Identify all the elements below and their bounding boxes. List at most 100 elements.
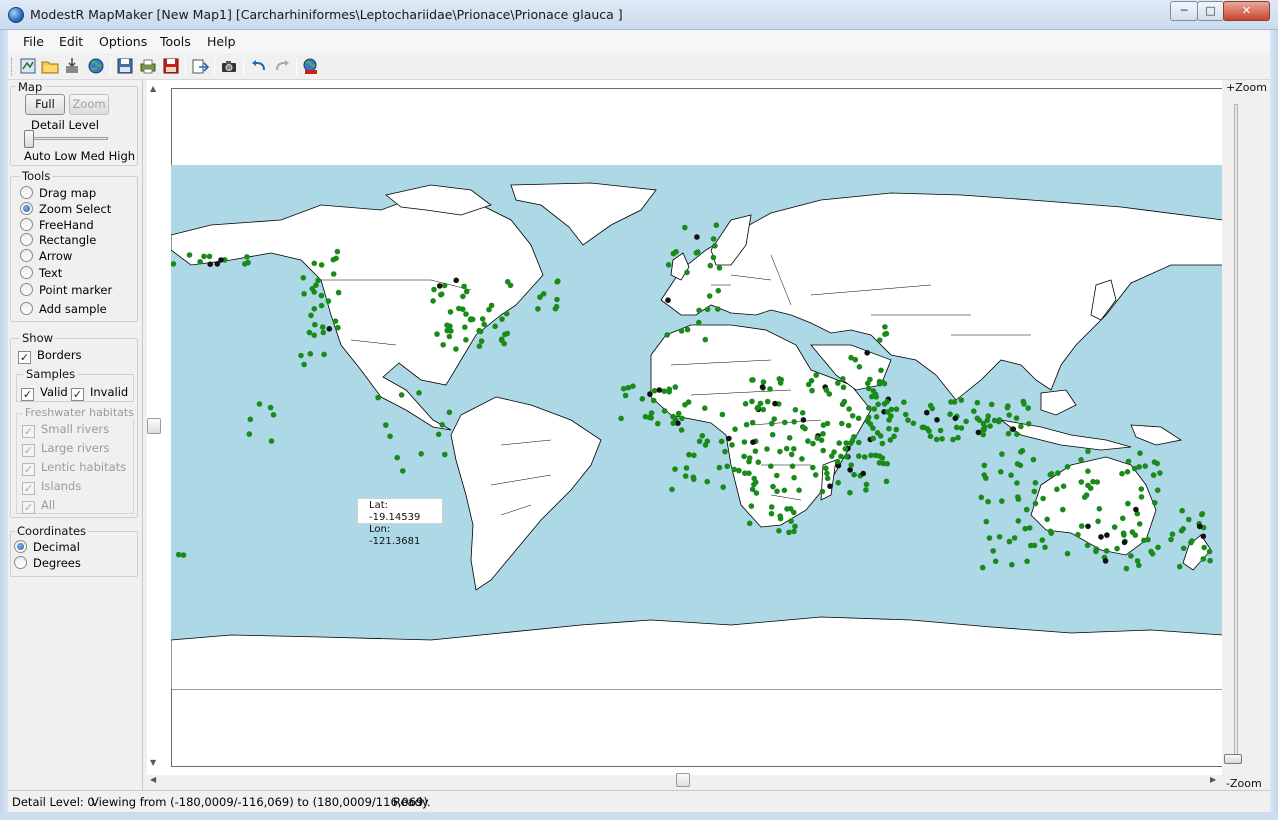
checkbox[interactable]: ✓ (22, 425, 35, 438)
horizontal-scroll-thumb[interactable] (676, 773, 690, 787)
sample-point (467, 316, 474, 323)
checkbox[interactable]: ✓ (22, 482, 35, 495)
sample-point (958, 425, 965, 431)
radio-button[interactable] (20, 302, 33, 315)
sample-point (865, 414, 872, 421)
camera-icon[interactable] (220, 57, 238, 75)
radio-button[interactable] (20, 249, 33, 262)
close-button[interactable]: ✕ (1223, 1, 1270, 21)
save-disk-icon[interactable] (116, 57, 134, 75)
sample-point (639, 396, 646, 402)
checkbox[interactable]: ✓ (21, 388, 34, 401)
zoom-button[interactable]: Zoom (69, 94, 109, 115)
large-rivers-checkbox[interactable]: ✓ Large rivers (22, 441, 110, 457)
sample-point (820, 447, 826, 454)
sample-point (883, 330, 890, 337)
sample-point (799, 410, 806, 416)
tool-drag-map[interactable]: Drag map (20, 186, 96, 202)
scroll-right-arrow-icon[interactable]: ▶ (1210, 775, 1216, 784)
redo-icon[interactable] (273, 57, 291, 75)
all-checkbox[interactable]: ✓ All (22, 498, 55, 514)
sample-point (876, 460, 883, 466)
invalid-checkbox[interactable]: ✓ Invalid (71, 385, 128, 401)
sample-point (768, 510, 775, 517)
sample-point (1015, 518, 1022, 524)
vertical-scroll-thumb[interactable] (147, 418, 161, 434)
radio-button[interactable] (20, 218, 33, 231)
menu-help[interactable]: Help (207, 34, 236, 49)
sample-point (767, 386, 773, 392)
coord-degrees[interactable]: Degrees (14, 556, 81, 572)
sample-point (732, 426, 738, 433)
scroll-down-arrow-icon[interactable]: ▼ (150, 758, 156, 767)
lentic-habitats-checkbox[interactable]: ✓ Lentic habitats (22, 460, 126, 476)
scroll-up-arrow-icon[interactable]: ▲ (150, 84, 156, 93)
checkbox[interactable]: ✓ (18, 351, 31, 364)
full-button[interactable]: Full (25, 94, 65, 115)
checkbox[interactable]: ✓ (22, 501, 35, 514)
tool-arrow[interactable]: Arrow (20, 249, 72, 265)
tool-freehand[interactable]: FreeHand (20, 218, 94, 234)
export-icon[interactable] (191, 57, 210, 75)
sample-point (1136, 521, 1143, 527)
world-map[interactable] (171, 165, 1223, 690)
tool-point-marker[interactable]: Point marker (20, 283, 112, 299)
menu-edit[interactable]: Edit (59, 34, 83, 49)
maximize-button[interactable]: □ (1197, 1, 1224, 21)
sample-point (707, 262, 714, 269)
tool-rectangle[interactable]: Rectangle (20, 233, 96, 249)
open-folder-icon[interactable] (41, 57, 59, 75)
tool-add-sample[interactable]: Add sample (20, 302, 107, 318)
zoom-slider-track[interactable] (1234, 104, 1238, 764)
radio-label: Decimal (33, 540, 80, 554)
sample-point (839, 401, 846, 408)
radio-button[interactable] (20, 283, 33, 296)
undo-icon[interactable] (250, 57, 268, 75)
sample-point (955, 434, 961, 441)
sample-point (783, 445, 790, 452)
detail-slider-track[interactable] (26, 137, 108, 140)
sample-point (768, 463, 774, 470)
radio-button[interactable] (14, 556, 27, 569)
sample-point (716, 265, 723, 271)
menu-options[interactable]: Options (99, 34, 147, 49)
coord-decimal[interactable]: Decimal (14, 540, 80, 556)
web-globe-icon[interactable] (87, 57, 105, 75)
checkbox[interactable]: ✓ (22, 444, 35, 457)
scroll-left-arrow-icon[interactable]: ◀ (150, 775, 156, 784)
toolbar-grip[interactable] (11, 58, 14, 76)
sample-point (1048, 471, 1055, 477)
sample-point (1138, 486, 1145, 492)
menu-file[interactable]: File (23, 34, 44, 49)
radio-button[interactable] (20, 186, 33, 199)
sample-point (332, 318, 339, 324)
minimize-button[interactable]: ─ (1170, 1, 1198, 21)
sample-point (843, 453, 850, 460)
radio-button-selected[interactable] (14, 540, 27, 553)
checkbox[interactable]: ✓ (71, 388, 84, 401)
tool-zoom-select[interactable]: Zoom Select (20, 202, 111, 218)
detail-slider-thumb[interactable] (24, 130, 34, 148)
print-icon[interactable] (139, 57, 157, 75)
sample-point (919, 424, 926, 431)
globe-search-icon[interactable] (302, 57, 320, 75)
toolbar-separator (296, 58, 297, 76)
radio-button[interactable] (20, 233, 33, 246)
menu-tools[interactable]: Tools (160, 34, 191, 49)
radio-button[interactable] (20, 266, 33, 279)
valid-checkbox[interactable]: ✓ Valid (21, 385, 68, 401)
borders-checkbox[interactable]: ✓ Borders (18, 348, 82, 364)
checkbox[interactable]: ✓ (22, 463, 35, 476)
map-horizontal-scrollbar[interactable]: ◀ ▶ (147, 772, 1222, 788)
zoom-slider-thumb[interactable] (1224, 754, 1242, 764)
sample-point (990, 548, 996, 554)
sample-point (206, 253, 213, 260)
tool-text[interactable]: Text (20, 266, 62, 282)
small-rivers-checkbox[interactable]: ✓ Small rivers (22, 422, 109, 438)
islands-checkbox[interactable]: ✓ Islands (22, 479, 81, 495)
radio-button-selected[interactable] (20, 202, 33, 215)
import-icon[interactable] (63, 57, 81, 75)
new-map-icon[interactable] (19, 57, 37, 75)
save-red-disk-icon[interactable] (162, 57, 180, 75)
map-vertical-scrollbar[interactable]: ▲ ▼ (147, 80, 163, 770)
